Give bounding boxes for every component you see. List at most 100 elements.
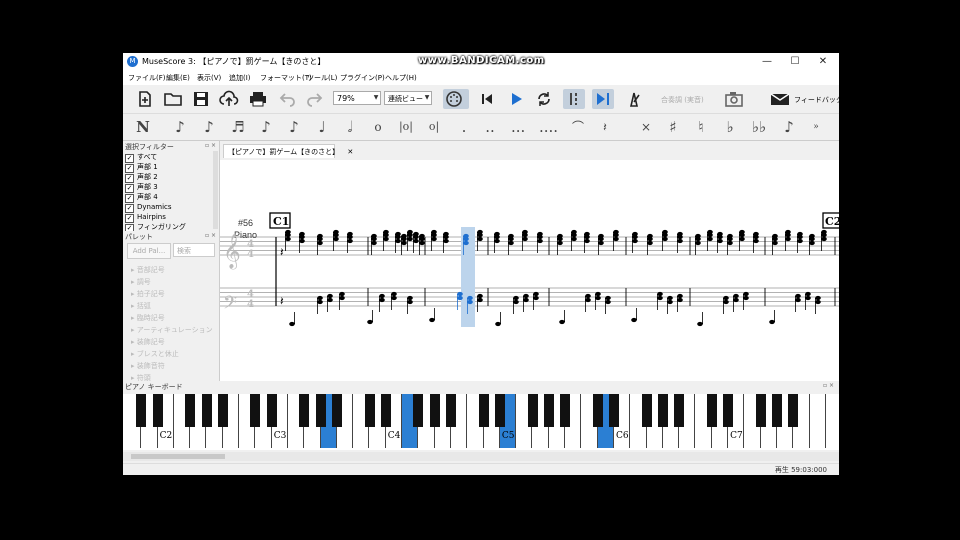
notehead[interactable] — [285, 236, 291, 242]
menu-plugins[interactable]: プラグイン(P) — [340, 73, 385, 83]
notehead[interactable] — [805, 295, 811, 301]
loop-icon[interactable] — [533, 89, 555, 109]
loop-out-icon[interactable] — [592, 89, 614, 109]
notehead[interactable] — [695, 236, 701, 242]
black-key[interactable] — [543, 394, 554, 427]
notehead[interactable] — [371, 236, 377, 242]
menu-add[interactable]: 追加(I) — [229, 73, 251, 83]
notehead[interactable] — [733, 293, 739, 299]
notehead[interactable] — [772, 240, 778, 246]
notehead[interactable] — [513, 295, 519, 301]
toggle-flat-icon[interactable]: ♭ — [723, 117, 737, 137]
notehead[interactable] — [494, 238, 500, 244]
palette-item[interactable]: ▸ アーティキュレーション — [131, 325, 213, 335]
filter-item[interactable]: ✓ 声部 2 — [125, 172, 158, 183]
note-32nd-icon[interactable]: ♪ — [200, 117, 218, 137]
palette-item[interactable]: ▸ 音部記号 — [131, 265, 165, 275]
notehead[interactable] — [785, 236, 791, 242]
notehead[interactable] — [733, 297, 739, 303]
notehead[interactable] — [419, 240, 425, 246]
black-key[interactable] — [772, 394, 782, 427]
notehead[interactable] — [401, 240, 407, 246]
notehead[interactable] — [557, 240, 563, 246]
notehead[interactable] — [477, 293, 483, 299]
notehead[interactable] — [647, 236, 653, 242]
notehead[interactable] — [795, 297, 801, 303]
notehead[interactable] — [467, 299, 473, 305]
notehead[interactable] — [443, 234, 449, 240]
double-dot-icon[interactable]: .. — [483, 117, 497, 137]
notehead[interactable] — [379, 297, 385, 303]
filter-item[interactable]: ✓ Hairpins — [125, 212, 166, 223]
notehead[interactable] — [585, 297, 591, 303]
black-key[interactable] — [723, 394, 734, 427]
notehead[interactable] — [753, 234, 759, 240]
palette-item[interactable]: ▸ 臨時記号 — [131, 313, 165, 323]
notehead[interactable] — [419, 236, 425, 242]
notehead[interactable] — [743, 291, 749, 297]
notehead[interactable] — [508, 240, 514, 246]
notehead[interactable] — [632, 238, 638, 244]
notehead[interactable] — [723, 295, 729, 301]
notehead[interactable] — [571, 232, 577, 238]
notehead[interactable] — [727, 236, 733, 242]
notehead[interactable] — [457, 295, 463, 301]
notehead[interactable] — [327, 297, 333, 303]
rest-icon[interactable]: 𝄽 — [595, 117, 615, 137]
note-16th-icon[interactable]: ♬ — [229, 117, 247, 137]
redo-icon[interactable] — [304, 89, 326, 109]
double-dot-icon[interactable]: ... — [511, 117, 525, 137]
notehead[interactable] — [723, 299, 729, 305]
panel-close-icon[interactable]: ▫ × — [823, 382, 834, 389]
toggle-natural-icon[interactable]: ♮ — [694, 117, 708, 137]
notehead[interactable] — [657, 295, 663, 301]
notehead[interactable] — [613, 232, 619, 238]
menu-format[interactable]: フォーマット(T) — [260, 73, 312, 83]
notehead[interactable] — [769, 319, 775, 325]
notehead[interactable] — [477, 232, 483, 238]
notehead[interactable] — [431, 232, 437, 238]
augmentation-dot-icon[interactable]: . — [457, 117, 471, 137]
note-longa-icon[interactable]: o| — [425, 117, 443, 137]
notehead[interactable] — [383, 236, 389, 242]
note-breve-icon[interactable]: |o| — [397, 117, 415, 137]
notehead[interactable] — [571, 236, 577, 242]
notehead[interactable] — [463, 240, 469, 246]
notehead[interactable] — [299, 234, 305, 240]
print-icon[interactable] — [247, 89, 269, 109]
notehead[interactable] — [391, 295, 397, 301]
add-palette-button[interactable]: Add Pal... — [127, 243, 171, 259]
notehead[interactable] — [429, 317, 435, 323]
notehead[interactable] — [533, 295, 539, 301]
menu-view[interactable]: 表示(V) — [197, 73, 221, 83]
black-key[interactable] — [185, 394, 196, 427]
notehead[interactable] — [391, 291, 397, 297]
notehead[interactable] — [467, 295, 473, 301]
notehead[interactable] — [523, 293, 529, 299]
notehead[interactable] — [815, 295, 821, 301]
notehead[interactable] — [697, 321, 703, 327]
notehead[interactable] — [285, 232, 291, 238]
notehead[interactable] — [598, 240, 604, 246]
note-whole-icon[interactable]: o — [369, 117, 387, 137]
notehead[interactable] — [584, 234, 590, 240]
notehead[interactable] — [772, 236, 778, 242]
double-dot-icon[interactable]: .... — [539, 117, 558, 137]
notehead[interactable] — [797, 234, 803, 240]
new-file-icon[interactable] — [134, 89, 156, 109]
toggle-sharp-icon[interactable]: ♯ — [666, 117, 680, 137]
note-input-mode-icon[interactable]: N — [133, 117, 153, 137]
black-key[interactable] — [755, 394, 766, 427]
chevron-down-icon[interactable]: ▼ — [371, 91, 381, 105]
notehead[interactable] — [463, 236, 469, 242]
panel-close-icon[interactable]: ▫ × — [205, 232, 216, 239]
black-key[interactable] — [560, 394, 571, 427]
menu-help[interactable]: ヘルプ(H) — [385, 73, 417, 83]
notehead[interactable] — [443, 238, 449, 244]
filter-item[interactable]: ✓ 声部 3 — [125, 182, 158, 193]
notehead[interactable] — [522, 232, 528, 238]
black-key[interactable] — [315, 394, 326, 427]
black-key[interactable] — [250, 394, 261, 427]
notehead[interactable] — [677, 293, 683, 299]
notehead[interactable] — [559, 319, 565, 325]
